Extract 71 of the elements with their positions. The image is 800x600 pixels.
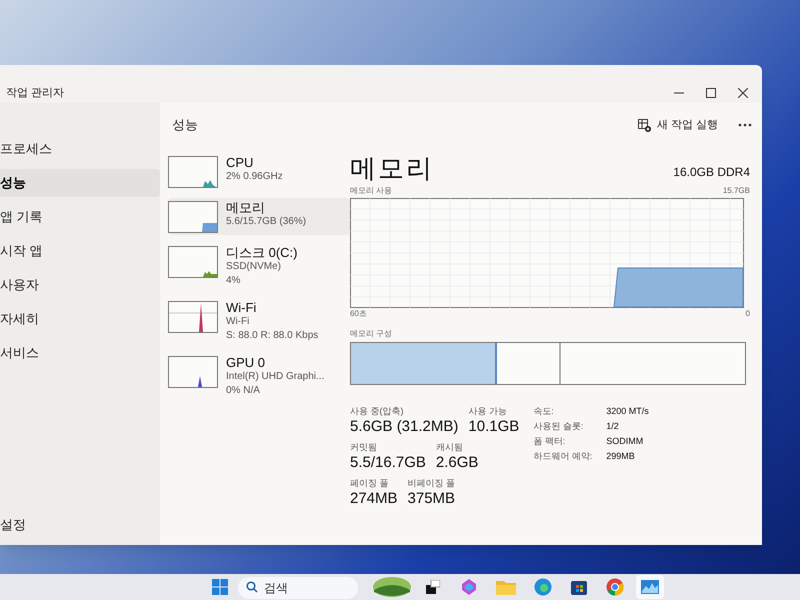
store-icon[interactable] (570, 578, 588, 596)
copilot-icon[interactable] (460, 578, 478, 596)
search-icon (246, 581, 258, 593)
new-task-icon (638, 118, 651, 132)
stat-value: 2.6GB (436, 453, 478, 473)
stat-value: 274MB (350, 489, 398, 509)
page-title: 성능 (172, 116, 198, 134)
device-list-item[interactable]: Wi-Fi Wi-Fi S: 88.0 R: 88.0 Kbps (168, 298, 350, 345)
property-label: 사용된 슬롯: (533, 420, 584, 433)
chrome-icon[interactable] (606, 578, 624, 596)
maximize-icon[interactable] (706, 88, 716, 98)
task-view-icon[interactable] (426, 580, 440, 594)
stat-value: 375MB (408, 489, 456, 509)
axis-label: 60초 (350, 308, 367, 320)
sidebar-item[interactable]: 성능 (0, 169, 160, 197)
search-field[interactable]: 검색 (238, 577, 358, 599)
window-title: 작업 관리자 (6, 86, 64, 101)
stat-label: 사용 가능 (468, 405, 508, 417)
chart-label: 메모리 구성 (350, 328, 394, 340)
device-detail: 5.6/15.7GB (36%) (226, 215, 306, 229)
device-list-item[interactable]: 디스크 0(C:) SSD(NVMe) 4% (168, 243, 350, 290)
stat-label: 사용 중(압축) (350, 405, 404, 417)
sidebar-item[interactable]: 서비스 (0, 339, 160, 367)
memory-spec: 16.0GB DDR4 (673, 164, 750, 181)
stat-label: 비페이징 풀 (408, 477, 456, 489)
device-list-item[interactable]: GPU 0 Intel(R) UHD Graphi... 0% N/A (168, 353, 350, 400)
device-detail: 2% 0.96GHz (226, 170, 283, 184)
landscape-widget-icon[interactable] (372, 576, 412, 598)
stat-label: 페이징 풀 (350, 477, 390, 489)
device-name: CPU (226, 155, 254, 170)
chart-label: 메모리 사용 (350, 185, 392, 197)
stat-value: 10.1GB (468, 417, 520, 437)
sidebar-item[interactable]: 시작 앱 (0, 237, 160, 265)
property-label: 폼 팩터: (533, 435, 566, 448)
stat-value: 5.6GB (31.2MB) (350, 417, 458, 437)
stat-label: 커밋됨 (350, 441, 378, 453)
axis-label: 0 (746, 308, 750, 320)
device-detail: Wi-Fi (226, 315, 250, 329)
device-list-item[interactable]: CPU 2% 0.96GHz (168, 153, 350, 190)
device-list-item[interactable]: 메모리 5.6/15.7GB (36%) (168, 198, 350, 235)
property-label: 하드웨어 예약: (533, 450, 592, 463)
property-label: 속도: (533, 405, 555, 418)
device-detail: 0% N/A (226, 384, 261, 398)
property-value: 1/2 (606, 420, 620, 433)
task-manager-icon (641, 580, 659, 594)
run-new-task-button[interactable]: 새 작업 실행 (632, 113, 724, 137)
sidebar-item[interactable]: 사용자 (0, 271, 160, 299)
sidebar-item[interactable]: 설정 (0, 511, 160, 539)
sidebar-item[interactable]: 자세히 (0, 305, 160, 333)
device-name: 메모리 (226, 200, 266, 215)
device-name: Wi-Fi (226, 300, 258, 315)
device-name: 디스크 0(C:) (226, 245, 298, 260)
property-value: SODIMM (606, 435, 644, 448)
sidebar-item[interactable]: 앱 기록 (0, 203, 160, 231)
browser-icon[interactable] (534, 578, 552, 596)
device-detail: Intel(R) UHD Graphi... (226, 370, 324, 384)
task-manager-taskbar-button[interactable] (636, 575, 664, 599)
device-detail: S: 88.0 R: 88.0 Kbps (226, 329, 318, 343)
stat-value: 5.5/16.7GB (350, 453, 426, 473)
sidebar-item[interactable]: 프로세스 (0, 135, 160, 163)
close-icon[interactable] (738, 88, 748, 98)
stat-label: 캐시됨 (436, 441, 464, 453)
axis-max-label: 15.7GB (722, 185, 750, 197)
device-detail: 4% (226, 274, 242, 288)
more-options-icon[interactable] (738, 123, 752, 127)
section-title: 메모리 (350, 153, 434, 183)
property-value: 299MB (606, 450, 636, 463)
property-value: 3200 MT/s (606, 405, 649, 418)
device-detail: SSD(NVMe) (226, 260, 282, 274)
start-icon[interactable] (212, 579, 228, 595)
device-name: GPU 0 (226, 355, 266, 370)
